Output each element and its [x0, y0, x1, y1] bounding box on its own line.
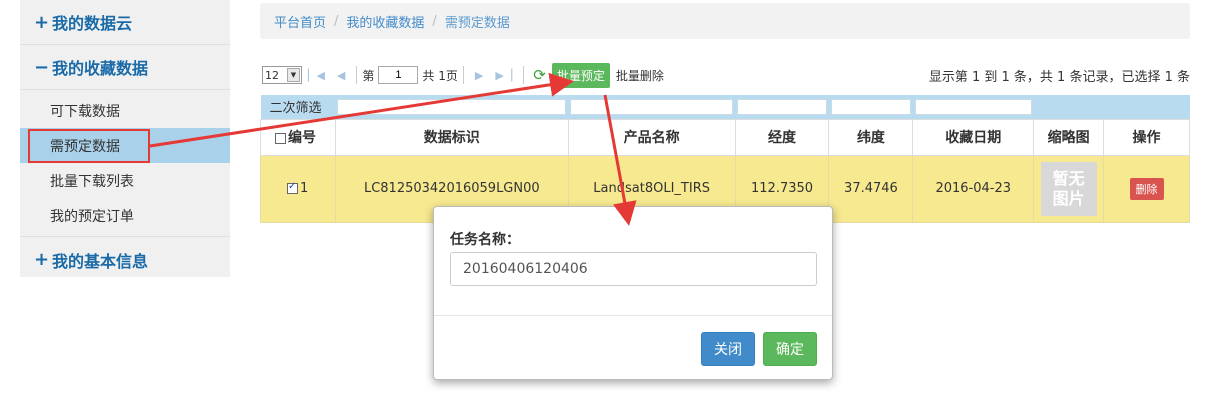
page-size-select[interactable]: 12 ▼ — [262, 66, 302, 84]
header-lon: 经度 — [734, 118, 830, 156]
refresh-icon[interactable]: ⟳ — [533, 66, 546, 84]
page-total: 共 1页 — [422, 68, 458, 83]
filter-label-cell: 二次筛选 — [260, 95, 336, 119]
filter-label: 二次筛选 — [269, 101, 322, 117]
cell-id: 1 — [260, 154, 336, 223]
delete-button[interactable]: 删除 — [1129, 177, 1164, 200]
cell-action: 删除 — [1103, 154, 1190, 223]
close-button[interactable]: 关闭 — [701, 332, 755, 366]
filter-input[interactable] — [337, 98, 567, 115]
header-date: 收藏日期 — [912, 118, 1035, 156]
prev-page-icon[interactable]: ◀ — [337, 69, 345, 82]
record-info: 显示第 1 到 1 条，共 1 条记录，已选择 1 条 — [928, 69, 1190, 85]
page-size-value: 12 — [265, 68, 279, 82]
sidebar-submenu: 可下载数据 需预定数据 批量下载列表 我的预定订单 — [20, 90, 230, 237]
breadcrumb: 平台首页 / 我的收藏数据 / 需预定数据 — [260, 3, 1190, 39]
select-all-checkbox[interactable] — [275, 132, 286, 144]
toolbar-divider — [462, 66, 464, 84]
batch-delete-button[interactable]: 批量删除 — [616, 67, 664, 84]
header-lat: 纬度 — [828, 118, 914, 156]
filter-row: 二次筛选 — [260, 95, 1190, 119]
sidebar-group-label: 我的数据云 — [52, 14, 133, 33]
sidebar-group-label: 我的基本信息 — [52, 251, 149, 271]
header-id[interactable]: 编号 — [260, 118, 336, 156]
filter-input[interactable] — [570, 98, 734, 115]
row-checkbox[interactable] — [287, 181, 298, 194]
breadcrumb-favorites[interactable]: 我的收藏数据 — [346, 12, 424, 31]
chevron-down-icon[interactable]: ▼ — [287, 68, 300, 82]
header-action: 操作 — [1103, 118, 1190, 156]
cell-thumbnail: 暂无 图片 — [1033, 154, 1105, 223]
filter-input[interactable] — [914, 98, 1032, 115]
page-number-input[interactable] — [378, 66, 419, 84]
data-table: 二次筛选 编号 数据标识 产品名称 经度 纬度 收藏日期 缩略图 操作 1 L — [260, 95, 1190, 223]
first-page-icon[interactable]: ▏◀ — [308, 69, 325, 82]
table-header: 编号 数据标识 产品名称 经度 纬度 收藏日期 缩略图 操作 — [260, 118, 1190, 156]
last-page-icon[interactable]: ▶▕ — [495, 69, 512, 82]
cell-lat: 37.4746 — [828, 154, 914, 223]
expand-icon: + — [34, 11, 50, 33]
dialog-divider — [434, 315, 832, 316]
sidebar-group-label: 我的收藏数据 — [52, 59, 149, 78]
header-data-id: 数据标识 — [334, 118, 569, 156]
filter-input[interactable] — [737, 98, 827, 115]
sidebar-item-my-orders[interactable]: 我的预定订单 — [20, 198, 230, 233]
sidebar-item-downloadable[interactable]: 可下载数据 — [20, 93, 230, 128]
confirm-button[interactable]: 确定 — [763, 332, 817, 366]
toolbar-divider — [356, 66, 358, 84]
breadcrumb-separator: / — [334, 13, 339, 29]
breadcrumb-separator: / — [432, 13, 437, 29]
thumbnail-placeholder[interactable]: 暂无 图片 — [1040, 161, 1097, 216]
sidebar-group-favorites[interactable]: − 我的收藏数据 — [20, 45, 230, 90]
page-prefix: 第 — [362, 68, 375, 83]
filter-input[interactable] — [830, 98, 911, 115]
header-product: 产品名称 — [567, 118, 736, 156]
breadcrumb-home[interactable]: 平台首页 — [274, 12, 326, 31]
task-name-dialog: 任务名称： 关闭 确定 — [433, 206, 833, 380]
pagination-toolbar: 12 ▼ ▏◀ ◀ 第 共 1页 ▶ ▶▕ ⟳ 批量预定 批量删除 显示第 1 … — [262, 62, 1190, 88]
task-name-input[interactable] — [450, 252, 817, 286]
header-thumbnail: 缩略图 — [1033, 118, 1105, 156]
sidebar-item-batch-download[interactable]: 批量下载列表 — [20, 163, 230, 198]
toolbar-divider — [523, 66, 525, 84]
highlight-box — [28, 129, 150, 163]
cell-date: 2016-04-23 — [912, 154, 1035, 223]
sidebar-group-data-cloud[interactable]: + 我的数据云 — [20, 0, 230, 45]
expand-icon: + — [34, 249, 50, 270]
batch-reserve-button[interactable]: 批量预定 — [551, 62, 610, 88]
breadcrumb-current: 需预定数据 — [444, 15, 510, 31]
page-root: + 我的数据云 − 我的收藏数据 可下载数据 需预定数据 批量下载列表 我的预定… — [0, 0, 1219, 401]
sidebar-group-basic-info[interactable]: + 我的基本信息 — [20, 237, 230, 282]
task-name-label: 任务名称： — [450, 232, 520, 248]
collapse-icon: − — [34, 56, 50, 78]
next-page-icon[interactable]: ▶ — [475, 69, 483, 82]
